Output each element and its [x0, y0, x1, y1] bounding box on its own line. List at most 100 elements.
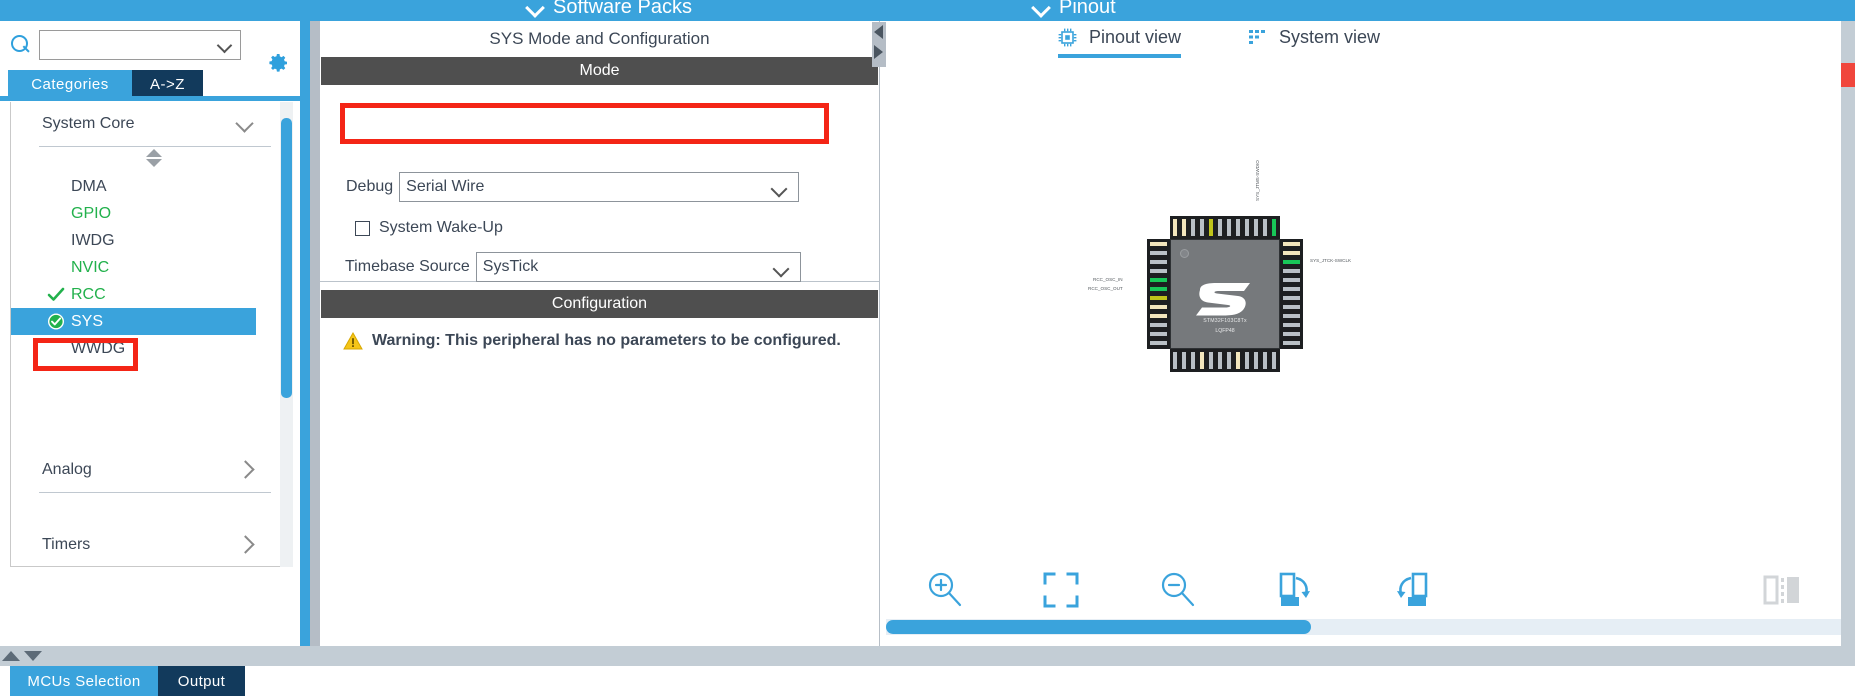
grid-icon [1248, 28, 1267, 47]
periph-item-dma[interactable]: DMA [11, 173, 289, 200]
pin[interactable] [1253, 218, 1259, 237]
pin-rcc-osc-out[interactable] [1149, 286, 1168, 292]
pin[interactable] [1282, 340, 1301, 346]
pin[interactable] [1149, 331, 1168, 337]
sidebar-group-system-core[interactable]: System Core [11, 102, 289, 146]
pin[interactable] [1282, 241, 1301, 247]
pin[interactable] [1235, 218, 1241, 237]
pin[interactable] [1244, 351, 1250, 370]
pin[interactable] [1262, 351, 1268, 370]
tree-scroll-spinner[interactable] [11, 147, 289, 173]
right-vertical-scrollbar[interactable] [1841, 21, 1855, 646]
pin[interactable] [1149, 259, 1168, 265]
tab-pinout-view[interactable]: Pinout view [1058, 27, 1182, 58]
pin[interactable] [1282, 331, 1301, 337]
menu-pinout[interactable]: Pinout [1033, 0, 1116, 19]
debug-select[interactable]: Serial Wire [399, 172, 800, 202]
pin-sys-jtms-swdio[interactable] [1282, 259, 1301, 265]
zoom-out-icon[interactable] [1151, 563, 1205, 617]
bottom-tab-bar: MCUs Selection Output [0, 666, 1855, 696]
timebase-select[interactable]: SysTick [475, 252, 801, 282]
pin[interactable] [1235, 351, 1241, 370]
pin[interactable] [1172, 351, 1178, 370]
caret-right-icon[interactable] [874, 45, 883, 59]
pin[interactable] [1217, 218, 1223, 237]
pin[interactable] [1253, 351, 1259, 370]
chip-horizontal-scrollbar[interactable] [886, 619, 1855, 635]
pin[interactable] [1149, 268, 1168, 274]
pin-strip-right [1280, 239, 1303, 349]
caret-up-icon[interactable] [2, 651, 20, 661]
rotate-right-icon[interactable] [1268, 563, 1322, 617]
periph-item-iwdg[interactable]: IWDG [11, 227, 289, 254]
pin-rcc-osc-in[interactable] [1149, 277, 1168, 283]
pin[interactable] [1190, 351, 1196, 370]
caret-left-icon[interactable] [874, 25, 883, 39]
pin[interactable] [1181, 351, 1187, 370]
pin[interactable] [1282, 268, 1301, 274]
pin[interactable] [1172, 218, 1178, 237]
search-input[interactable] [43, 30, 213, 59]
pin[interactable] [1149, 313, 1168, 319]
sidebar-scrollbar[interactable] [280, 102, 293, 567]
sidebar-group-analog[interactable]: Analog [11, 448, 289, 492]
rotate-left-icon[interactable] [1385, 563, 1439, 617]
menu-software-packs[interactable]: Software Packs [527, 0, 692, 19]
tab-categories[interactable]: Categories [8, 70, 132, 98]
pin[interactable] [1190, 218, 1196, 237]
center-panel-nav-arrows[interactable] [872, 22, 886, 67]
pin[interactable] [1282, 295, 1301, 301]
pin[interactable] [1199, 351, 1205, 370]
pin[interactable] [1149, 295, 1168, 301]
pin[interactable] [1149, 340, 1168, 346]
chevron-down-icon[interactable] [218, 40, 232, 49]
sidebar-scrollbar-thumb[interactable] [281, 118, 292, 398]
pin[interactable] [1282, 304, 1301, 310]
caret-down-icon[interactable] [24, 651, 42, 661]
pin[interactable] [1199, 218, 1205, 237]
pin[interactable] [1282, 322, 1301, 328]
periph-item-gpio[interactable]: GPIO [11, 200, 289, 227]
fit-to-screen-icon[interactable] [1034, 563, 1088, 617]
pin[interactable] [1271, 218, 1277, 237]
pin[interactable] [1226, 218, 1232, 237]
pin[interactable] [1217, 351, 1223, 370]
chevron-down-icon[interactable] [774, 263, 790, 273]
pin[interactable] [1226, 351, 1232, 370]
chip-scrollbar-thumb[interactable] [886, 620, 1311, 634]
center-splitter[interactable] [310, 21, 320, 646]
pin[interactable] [1149, 304, 1168, 310]
periph-item-wwdg[interactable]: WWDG [11, 335, 289, 362]
chevron-down-icon[interactable] [772, 183, 788, 193]
periph-item-rcc[interactable]: RCC [11, 281, 289, 308]
zoom-in-icon[interactable] [918, 563, 972, 617]
tab-system-view[interactable]: System view [1248, 27, 1380, 48]
split-panel-icon[interactable] [1754, 563, 1808, 617]
pin[interactable] [1208, 351, 1214, 370]
pin[interactable] [1282, 250, 1301, 256]
pin[interactable] [1262, 218, 1268, 237]
pin[interactable] [1271, 351, 1277, 370]
system-wakeup-checkbox[interactable] [355, 220, 370, 236]
periph-item-sys[interactable]: SYS [11, 308, 256, 335]
pin[interactable] [1149, 322, 1168, 328]
pin[interactable] [1208, 218, 1214, 237]
pin[interactable] [1181, 218, 1187, 237]
bottom-tab-output[interactable]: Output [158, 666, 245, 696]
sidebar-group-timers[interactable]: Timers [11, 523, 289, 566]
chip-orientation-dot [1180, 249, 1189, 258]
pin[interactable] [1282, 286, 1301, 292]
mcu-chip[interactable]: STM32F103C8Tx LQFP48 RCC_OSC_IN RCC_OSC_… [1088, 160, 1351, 379]
system-wakeup-row[interactable]: System Wake-Up [355, 213, 503, 243]
periph-item-nvic[interactable]: NVIC [11, 254, 289, 281]
pin[interactable] [1282, 313, 1301, 319]
tab-a-to-z[interactable]: A->Z [132, 70, 203, 98]
pin[interactable] [1149, 241, 1168, 247]
pin[interactable] [1244, 218, 1250, 237]
chip-canvas[interactable]: STM32F103C8Tx LQFP48 RCC_OSC_IN RCC_OSC_… [886, 69, 1855, 559]
search-combo[interactable] [39, 29, 241, 60]
bottom-splitter[interactable] [0, 646, 1855, 666]
pin[interactable] [1149, 250, 1168, 256]
bottom-tab-mcus-selection[interactable]: MCUs Selection [10, 666, 158, 696]
pin[interactable] [1282, 277, 1301, 283]
